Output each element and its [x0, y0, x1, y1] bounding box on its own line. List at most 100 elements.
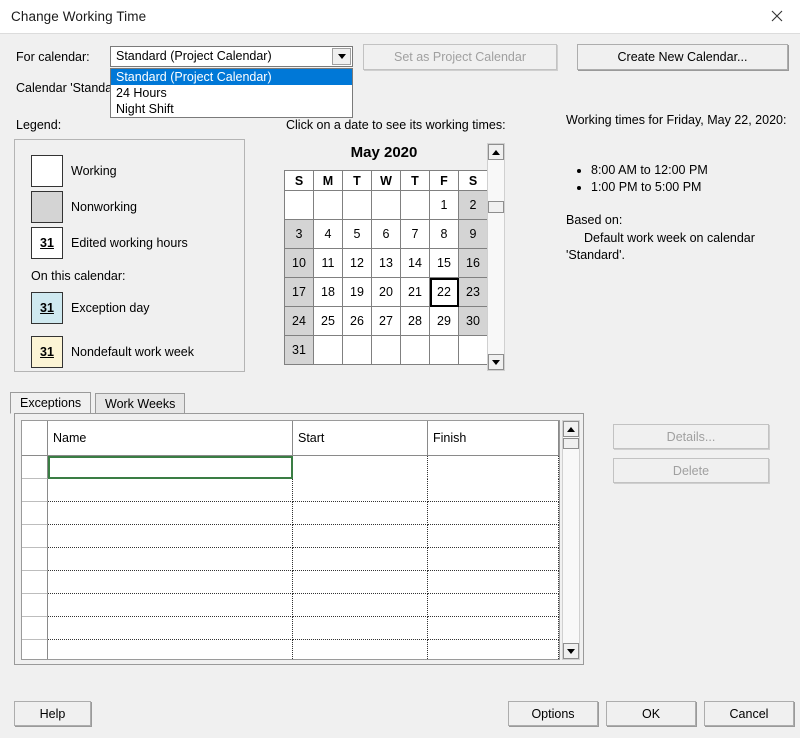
- cancel-button[interactable]: Cancel: [704, 701, 794, 726]
- delete-button[interactable]: Delete: [613, 458, 769, 483]
- table-row[interactable]: [22, 456, 559, 479]
- exceptions-scroll-thumb[interactable]: [563, 438, 579, 449]
- calendar-day-17[interactable]: 17: [284, 277, 314, 307]
- row-header[interactable]: [22, 456, 48, 479]
- calendar-day-25[interactable]: 25: [313, 306, 343, 336]
- cell-start[interactable]: [293, 525, 428, 548]
- row-header[interactable]: [22, 617, 48, 640]
- options-button[interactable]: Options: [508, 701, 598, 726]
- calendar-day-22[interactable]: 22: [429, 277, 459, 307]
- cell-start[interactable]: [293, 640, 428, 659]
- cell-finish[interactable]: [428, 617, 559, 640]
- cell-finish[interactable]: [428, 479, 559, 502]
- calendar-day-4[interactable]: 4: [313, 219, 343, 249]
- table-row[interactable]: [22, 502, 559, 525]
- exceptions-header-finish[interactable]: Finish: [428, 421, 559, 455]
- cell-finish[interactable]: [428, 571, 559, 594]
- calendar-day-21[interactable]: 21: [400, 277, 430, 307]
- cell-start[interactable]: [293, 571, 428, 594]
- calendar-day-16[interactable]: 16: [458, 248, 488, 278]
- table-row[interactable]: [22, 571, 559, 594]
- calendar-option-2[interactable]: Night Shift: [111, 101, 352, 117]
- ok-button[interactable]: OK: [606, 701, 696, 726]
- cell-finish[interactable]: [428, 594, 559, 617]
- calendar-day-1[interactable]: 1: [429, 190, 459, 220]
- row-header[interactable]: [22, 525, 48, 548]
- calendar-option-1[interactable]: 24 Hours: [111, 85, 352, 101]
- calendar-day-30[interactable]: 30: [458, 306, 488, 336]
- calendar-day-31[interactable]: 31: [284, 335, 314, 365]
- table-row[interactable]: [22, 640, 559, 659]
- calendar-day-18[interactable]: 18: [313, 277, 343, 307]
- calendar-days[interactable]: 1 2 3 4 5 6 7 8 9 10 11 12 13 14 15 16 17 18 19 20 21 22 23 24 2…: [284, 190, 488, 365]
- cell-name[interactable]: [48, 640, 293, 659]
- calendar-scroll-down-icon[interactable]: [488, 354, 504, 370]
- calendar-select[interactable]: Standard (Project Calendar): [110, 46, 353, 67]
- cell-start[interactable]: [293, 548, 428, 571]
- cell-finish[interactable]: [428, 548, 559, 571]
- calendar-day-14[interactable]: 14: [400, 248, 430, 278]
- cell-finish[interactable]: [428, 640, 559, 659]
- row-header[interactable]: [22, 548, 48, 571]
- close-icon[interactable]: [754, 0, 800, 32]
- table-row[interactable]: [22, 479, 559, 502]
- table-row[interactable]: [22, 594, 559, 617]
- calendar-day-26[interactable]: 26: [342, 306, 372, 336]
- row-header[interactable]: [22, 479, 48, 502]
- calendar-day-12[interactable]: 12: [342, 248, 372, 278]
- calendar-day-7[interactable]: 7: [400, 219, 430, 249]
- cell-name[interactable]: [48, 548, 293, 571]
- cell-name[interactable]: [48, 617, 293, 640]
- row-header[interactable]: [22, 502, 48, 525]
- chevron-down-icon[interactable]: [332, 48, 351, 65]
- table-row[interactable]: [22, 525, 559, 548]
- exceptions-header-name[interactable]: Name: [48, 421, 293, 455]
- help-button[interactable]: Help: [14, 701, 91, 726]
- tab-work-weeks[interactable]: Work Weeks: [95, 393, 186, 413]
- exceptions-header-start[interactable]: Start: [293, 421, 428, 455]
- calendar-day-23[interactable]: 23: [458, 277, 488, 307]
- cell-name[interactable]: [48, 594, 293, 617]
- calendar-day-11[interactable]: 11: [313, 248, 343, 278]
- table-row[interactable]: [22, 548, 559, 571]
- calendar-day-10[interactable]: 10: [284, 248, 314, 278]
- calendar-day-13[interactable]: 13: [371, 248, 401, 278]
- exceptions-grid-body[interactable]: [22, 456, 559, 659]
- calendar-select-dropdown[interactable]: Standard (Project Calendar) 24 Hours Night…: [110, 68, 353, 118]
- cell-name[interactable]: [48, 571, 293, 594]
- cell-name[interactable]: [48, 456, 293, 479]
- cell-start[interactable]: [293, 456, 428, 479]
- row-header[interactable]: [22, 640, 48, 659]
- details-button[interactable]: Details...: [613, 424, 769, 449]
- calendar-scrollbar[interactable]: [487, 143, 505, 371]
- row-header[interactable]: [22, 594, 48, 617]
- exceptions-scroll-up-icon[interactable]: [563, 421, 579, 437]
- calendar-scroll-thumb[interactable]: [488, 201, 504, 213]
- cell-finish[interactable]: [428, 502, 559, 525]
- cell-start[interactable]: [293, 617, 428, 640]
- cell-name[interactable]: [48, 502, 293, 525]
- row-header[interactable]: [22, 571, 48, 594]
- calendar-day-5[interactable]: 5: [342, 219, 372, 249]
- calendar-day-20[interactable]: 20: [371, 277, 401, 307]
- calendar-day-28[interactable]: 28: [400, 306, 430, 336]
- tab-exceptions[interactable]: Exceptions: [10, 392, 92, 414]
- exceptions-scrollbar[interactable]: [562, 420, 580, 660]
- table-row[interactable]: [22, 617, 559, 640]
- calendar-grid[interactable]: SMTWTFS 1 2 3 4 5 6 7 8 9 10 11 12 13 14 15 16 17 18 19 20 2…: [284, 170, 488, 365]
- calendar-day-3[interactable]: 3: [284, 219, 314, 249]
- calendar-day-2[interactable]: 2: [458, 190, 488, 220]
- cell-start[interactable]: [293, 594, 428, 617]
- calendar-day-29[interactable]: 29: [429, 306, 459, 336]
- cell-name[interactable]: [48, 479, 293, 502]
- cell-name[interactable]: [48, 525, 293, 548]
- cell-finish[interactable]: [428, 525, 559, 548]
- cell-start[interactable]: [293, 479, 428, 502]
- set-as-project-calendar-button[interactable]: Set as Project Calendar: [363, 44, 557, 70]
- exceptions-grid[interactable]: Name Start Finish: [21, 420, 560, 660]
- calendar-day-27[interactable]: 27: [371, 306, 401, 336]
- calendar-day-19[interactable]: 19: [342, 277, 372, 307]
- cell-finish[interactable]: [428, 456, 559, 479]
- calendar-scroll-up-icon[interactable]: [488, 144, 504, 160]
- calendar-day-15[interactable]: 15: [429, 248, 459, 278]
